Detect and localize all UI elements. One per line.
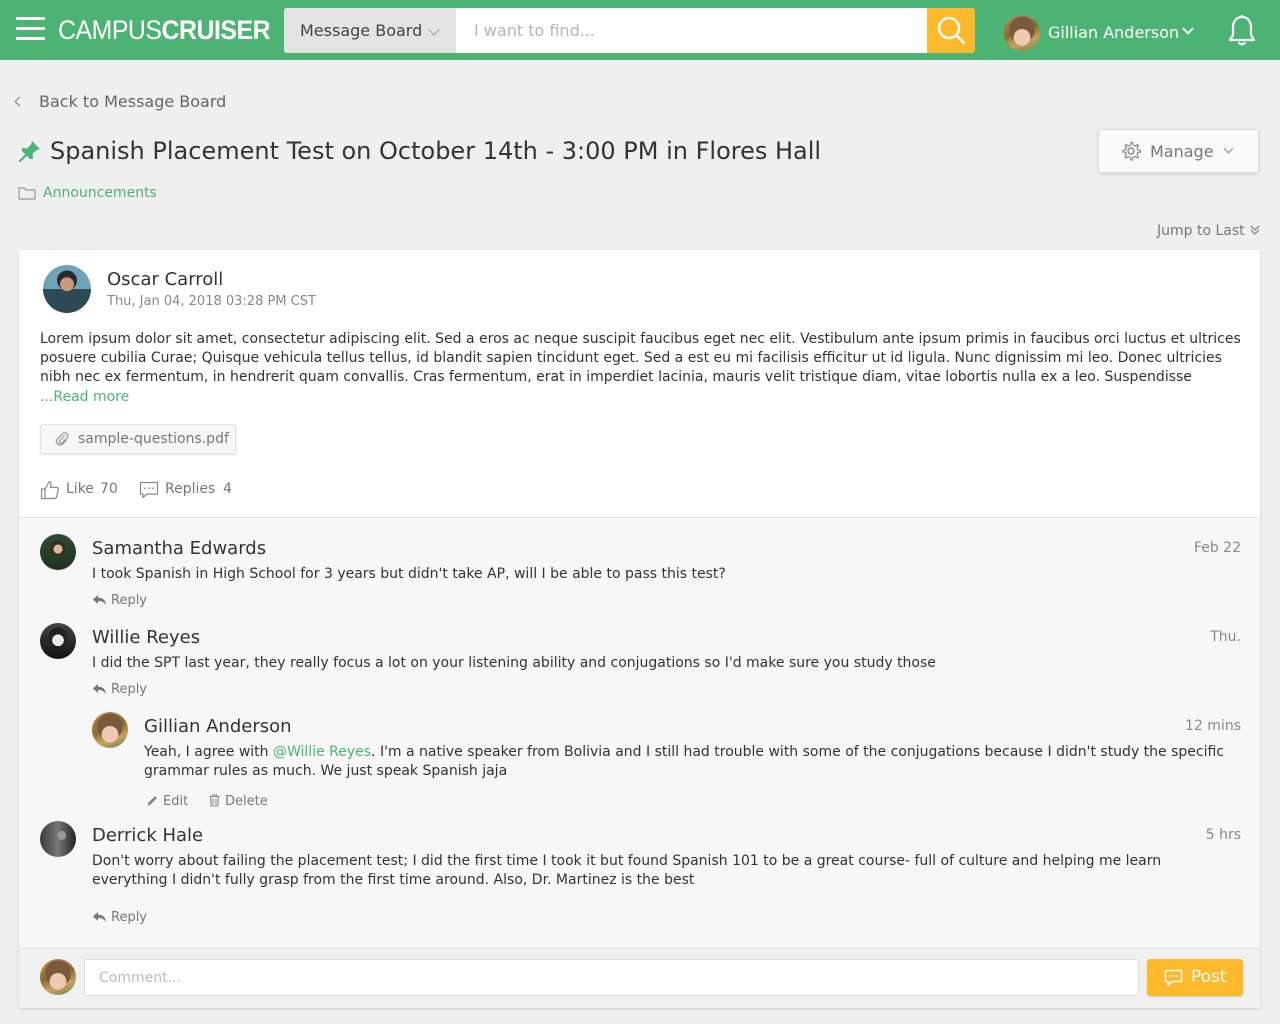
- avatar: [40, 623, 76, 659]
- search-icon: [937, 16, 966, 45]
- attachment-chip[interactable]: sample-questions.pdf: [40, 424, 236, 454]
- reply-time: Thu.: [1210, 629, 1241, 645]
- reply-item: Willie Reyes Thu. I did the SPT last yea…: [40, 623, 1241, 703]
- comment-icon: [1164, 969, 1183, 986]
- search-button[interactable]: [927, 8, 975, 53]
- read-more-link[interactable]: ...Read more: [40, 389, 129, 405]
- reply-button-label: Reply: [111, 682, 148, 697]
- manage-label: Manage: [1150, 142, 1214, 161]
- chevron-down-icon: [1182, 23, 1194, 35]
- reply-author[interactable]: Derrick Hale: [92, 825, 203, 846]
- user-name: Gillian Anderson: [1048, 23, 1180, 42]
- double-chevron-down-icon: [1250, 225, 1260, 235]
- like-count: 70: [100, 481, 118, 497]
- replies-list: Samantha Edwards Feb 22 I took Spanish i…: [19, 517, 1260, 948]
- search-scope-dropdown[interactable]: Message Board: [284, 8, 456, 53]
- reply-text: I did the SPT last year, they really foc…: [92, 655, 936, 671]
- post-author[interactable]: Oscar Carroll: [107, 269, 223, 290]
- reply-time: 12 mins: [1185, 718, 1241, 734]
- post-button[interactable]: Post: [1147, 959, 1243, 996]
- comment-composer: Post: [19, 948, 1260, 1008]
- logo-text-bold: CRUISER: [161, 15, 271, 45]
- reply-text: I took Spanish in High School for 3 year…: [92, 566, 726, 582]
- delete-button[interactable]: Delete: [208, 792, 268, 809]
- paperclip-icon: [55, 432, 69, 446]
- reply-button-label: Reply: [111, 910, 148, 925]
- avatar: [92, 712, 128, 748]
- reply-button[interactable]: Reply: [92, 909, 147, 925]
- menu-icon[interactable]: [16, 17, 45, 41]
- reply-author[interactable]: Samantha Edwards: [92, 538, 266, 559]
- avatar: [40, 821, 76, 857]
- comment-icon: [139, 481, 159, 499]
- avatar: [40, 534, 76, 570]
- avatar: [43, 265, 91, 313]
- comment-input[interactable]: [84, 959, 1139, 996]
- back-link[interactable]: Back to Message Board: [14, 92, 227, 111]
- thumbs-up-icon: [40, 481, 60, 500]
- bell-icon[interactable]: [1226, 14, 1258, 48]
- chevron-left-icon: [14, 96, 25, 107]
- reply-button-label: Reply: [111, 593, 148, 608]
- search-input[interactable]: [456, 8, 928, 53]
- reply-author[interactable]: Willie Reyes: [92, 627, 200, 648]
- reply-text: Don't worry about failing the placement …: [92, 853, 1162, 888]
- chevron-down-icon: [1223, 143, 1234, 154]
- top-bar: CAMPUSCRUISER Message Board Gillian Ande…: [0, 0, 1280, 60]
- edit-label: Edit: [163, 794, 189, 809]
- folder-icon: [18, 187, 36, 200]
- mention-link[interactable]: @Willie Reyes: [273, 744, 371, 760]
- like-label: Like: [66, 481, 94, 497]
- reply-time: 5 hrs: [1205, 827, 1241, 843]
- page-title: Spanish Placement Test on October 14th -…: [50, 137, 822, 165]
- gear-icon: [1122, 141, 1141, 161]
- avatar: [40, 959, 76, 995]
- edit-button[interactable]: Edit: [146, 792, 188, 809]
- post-card: Oscar Carroll Thu, Jan 04, 2018 03:28 PM…: [19, 250, 1260, 1008]
- app-logo[interactable]: CAMPUSCRUISER: [58, 15, 271, 46]
- reply-arrow-icon: [93, 595, 106, 605]
- replies-count: 4: [223, 481, 232, 497]
- chevron-down-icon: [428, 24, 440, 36]
- search-scope-label: Message Board: [300, 21, 423, 40]
- reply-button[interactable]: Reply: [92, 592, 147, 608]
- post-button-label: Post: [1191, 967, 1227, 987]
- reply-arrow-icon: [93, 912, 106, 922]
- trash-icon: [209, 794, 220, 807]
- post-body: Lorem ipsum dolor sit amet, consectetur …: [40, 331, 1241, 385]
- reply-button[interactable]: Reply: [92, 681, 147, 697]
- pin-icon: [18, 141, 40, 163]
- nested-reply-item: Gillian Anderson 12 mins Yeah, I agree w…: [92, 712, 1241, 812]
- pencil-icon: [147, 796, 157, 806]
- avatar: [1004, 15, 1040, 51]
- reply-text-part: Yeah, I agree with: [144, 744, 273, 760]
- reply-arrow-icon: [93, 684, 106, 694]
- post-date: Thu, Jan 04, 2018 03:28 PM CST: [107, 294, 316, 309]
- attachment-name: sample-questions.pdf: [78, 431, 229, 447]
- reply-text: Yeah, I agree with @Willie Reyes. I'm a …: [144, 743, 1241, 781]
- back-link-label: Back to Message Board: [39, 92, 227, 111]
- reply-time: Feb 22: [1193, 540, 1241, 556]
- jump-to-last-label: Jump to Last: [1157, 223, 1245, 239]
- reply-author[interactable]: Gillian Anderson: [144, 716, 292, 737]
- jump-to-last-link[interactable]: Jump to Last: [1157, 223, 1261, 239]
- manage-button[interactable]: Manage: [1098, 129, 1259, 173]
- replies-label: Replies: [165, 481, 216, 497]
- logo-text: CAMPUS: [58, 15, 162, 45]
- category-label: Announcements: [43, 185, 157, 201]
- reply-item: Samantha Edwards Feb 22 I took Spanish i…: [40, 534, 1241, 614]
- delete-label: Delete: [225, 794, 268, 809]
- reply-item: Derrick Hale 5 hrs Don't worry about fai…: [40, 821, 1241, 925]
